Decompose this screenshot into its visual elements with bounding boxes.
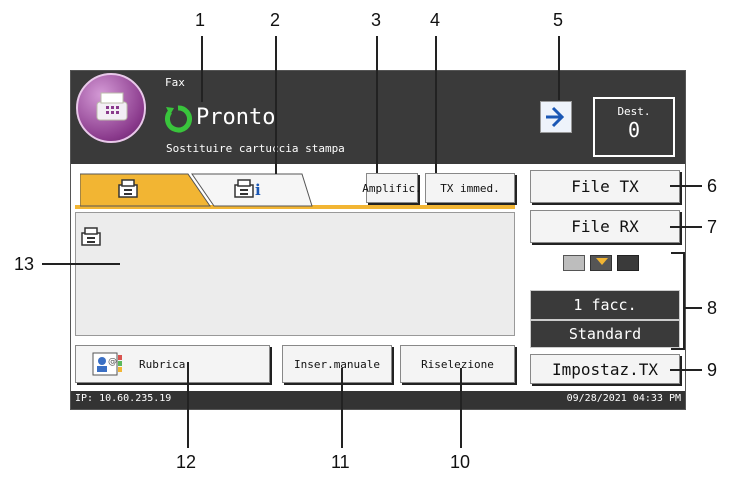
manual-entry-button[interactable]: Inser.manuale: [282, 345, 392, 383]
callout-13: 13: [14, 254, 35, 274]
callout-line-11: [341, 368, 343, 448]
callout-line-7: [670, 226, 702, 228]
mode-label: Fax: [165, 76, 185, 89]
fax-app-icon[interactable]: [76, 73, 146, 143]
callout-10: 10: [450, 452, 471, 472]
page-indicator-left: [563, 255, 585, 271]
callout-line-10: [460, 368, 462, 448]
destination-counter: Dest. 0: [593, 97, 675, 157]
callout-7: 7: [707, 217, 718, 237]
page-indicator-middle: [590, 255, 612, 271]
callout-2: 2: [270, 10, 281, 30]
callout-line-13: [42, 263, 120, 265]
callout-12: 12: [176, 452, 197, 472]
file-rx-button[interactable]: File RX: [530, 210, 680, 243]
fax-icon: [81, 227, 101, 246]
arrow-switch-icon: [546, 106, 565, 128]
status-text: Pronto: [196, 105, 276, 130]
status-message: Sostituire cartuccia stampa: [166, 142, 345, 155]
callout-bracket-8-bottom: [671, 348, 685, 350]
rubrica-label: Rubrica: [139, 357, 186, 371]
callout-line-3: [376, 36, 378, 173]
callout-5: 5: [553, 10, 564, 30]
tx-immed-button[interactable]: TX immed.: [425, 173, 515, 203]
datetime: 09/28/2021 04:33 PM: [566, 393, 681, 404]
callout-3: 3: [371, 10, 382, 30]
callout-line-12: [187, 362, 189, 448]
dest-count: 0: [627, 118, 641, 142]
pages-setting[interactable]: 1 facc.: [530, 290, 680, 320]
dest-label: Dest.: [617, 105, 651, 118]
fax-icon: [118, 179, 138, 198]
rubrica-button[interactable]: @ Rubrica: [75, 345, 270, 383]
svg-text:@: @: [108, 357, 117, 367]
redial-button[interactable]: Riselezione: [400, 345, 515, 383]
fax-machine-icon: [96, 92, 128, 121]
callout-line-1: [201, 36, 203, 102]
callout-line-5: [558, 36, 560, 100]
content-panel: [75, 212, 515, 336]
callout-8: 8: [707, 298, 718, 318]
callout-bracket-8-top: [671, 252, 685, 254]
tab-fax[interactable]: [82, 173, 202, 206]
callout-line-6: [670, 185, 702, 187]
callout-line-8: [684, 307, 702, 309]
quality-setting[interactable]: Standard: [530, 320, 680, 348]
callout-11: 11: [331, 452, 350, 472]
callout-1: 1: [195, 10, 206, 30]
callout-line-9: [670, 369, 702, 371]
callout-line-4: [435, 36, 437, 173]
switch-screen-button[interactable]: [540, 101, 572, 133]
callout-line-2: [275, 36, 277, 174]
status-bar: IP: 10.60.235.19 09/28/2021 04:33 PM: [71, 391, 685, 409]
ip-address: IP: 10.60.235.19: [75, 393, 172, 404]
file-tx-button[interactable]: File TX: [530, 170, 680, 203]
tab-fax-info[interactable]: i: [205, 173, 310, 206]
fax-info-icon: i: [234, 179, 261, 199]
callout-bracket-8: [683, 252, 685, 350]
chevron-down-icon: [596, 258, 608, 265]
amplific-button[interactable]: Amplific.: [362, 173, 422, 203]
page-indicator-right: [617, 255, 639, 271]
callout-4: 4: [430, 10, 441, 30]
address-book-icon: @: [92, 352, 122, 376]
svg-text:i: i: [255, 181, 261, 199]
ready-status-icon: [165, 105, 192, 133]
impostaz-tx-button[interactable]: Impostaz.TX: [530, 354, 680, 384]
callout-9: 9: [707, 360, 718, 380]
callout-6: 6: [707, 176, 718, 196]
